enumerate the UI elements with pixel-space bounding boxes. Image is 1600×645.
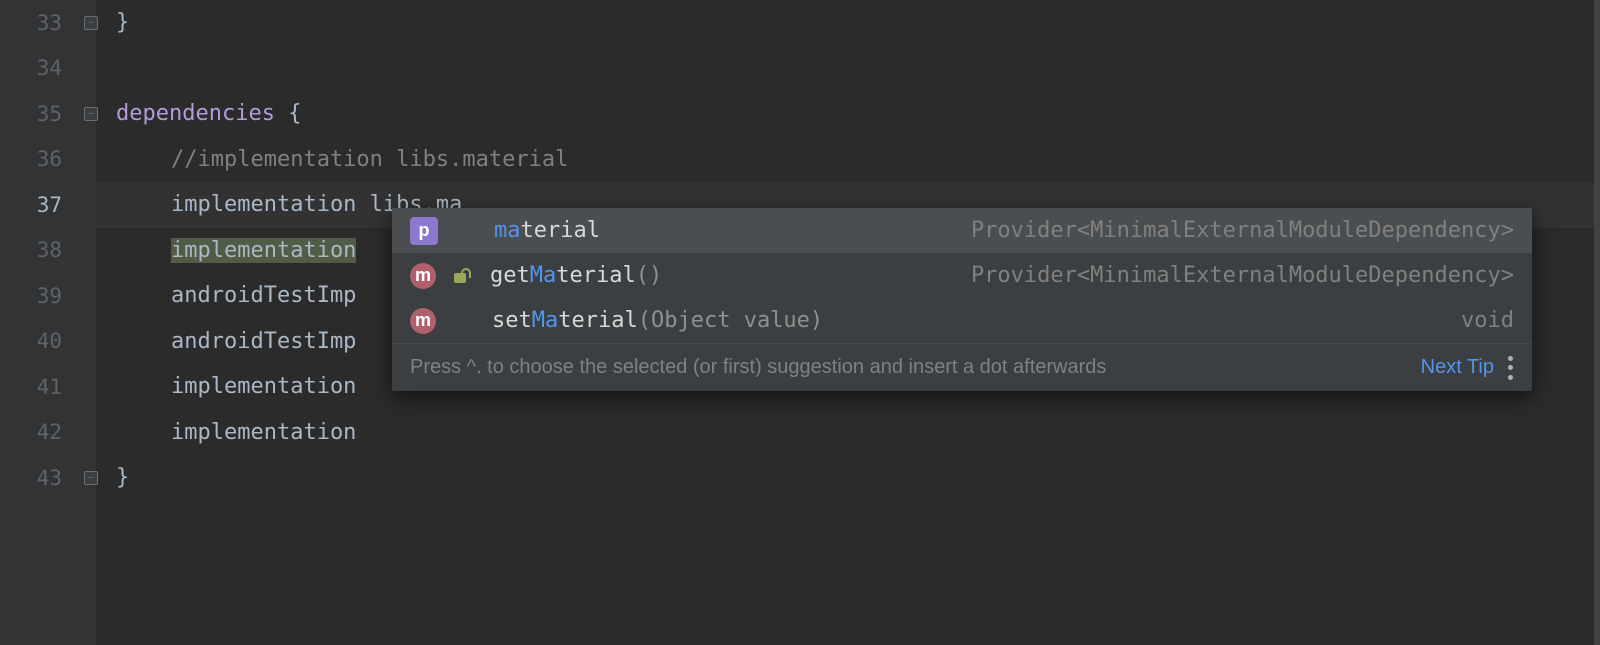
line-number-gutter: 33 34 35 36 37 38 39 40 41 42 43 xyxy=(0,0,96,645)
line-number: 36 xyxy=(0,137,96,183)
code-token: dependencies xyxy=(116,101,275,126)
fold-end-icon[interactable]: – xyxy=(84,16,98,30)
completion-match: Ma xyxy=(530,263,557,288)
completion-match: Ma xyxy=(532,308,559,333)
completion-type: Provider<MinimalExternalModuleDependency… xyxy=(971,218,1514,243)
fold-end-icon[interactable]: – xyxy=(84,471,98,485)
code-line[interactable]: – } xyxy=(96,455,1594,501)
line-number: 37 xyxy=(0,182,96,228)
line-number: 42 xyxy=(0,410,96,456)
completion-item[interactable]: m getMaterial() Provider<MinimalExternal… xyxy=(392,253,1532,298)
code-token: //implementation libs.material xyxy=(171,147,568,172)
completion-post: (Object value) xyxy=(638,308,823,333)
code-token: implementation xyxy=(171,374,356,399)
code-line[interactable]: //implementation libs.material xyxy=(96,137,1594,183)
completion-footer: Press ^. to choose the selected (or firs… xyxy=(392,343,1532,391)
code-token: implementation xyxy=(171,192,356,217)
code-completion-popup: p material Provider<MinimalExternalModul… xyxy=(392,208,1532,391)
method-icon: m xyxy=(410,263,436,289)
lock-icon xyxy=(450,265,472,287)
completion-pre: set xyxy=(492,308,532,333)
line-number: 34 xyxy=(0,46,96,92)
line-number: 38 xyxy=(0,228,96,274)
next-tip-link[interactable]: Next Tip xyxy=(1421,356,1494,379)
completion-item[interactable]: p material Provider<MinimalExternalModul… xyxy=(392,208,1532,253)
code-token: { xyxy=(275,101,302,126)
completion-post: () xyxy=(636,263,663,288)
fold-start-icon[interactable]: – xyxy=(84,107,98,121)
method-icon: m xyxy=(410,308,436,334)
completion-pre: get xyxy=(490,263,530,288)
code-token: } xyxy=(116,465,129,490)
completion-tip: Press ^. to choose the selected (or firs… xyxy=(410,356,1407,379)
completion-match: ma xyxy=(494,218,521,243)
line-number: 33 xyxy=(0,0,96,46)
line-number: 35 xyxy=(0,91,96,137)
more-options-icon[interactable] xyxy=(1508,356,1514,380)
line-number: 40 xyxy=(0,319,96,365)
code-token: androidTestImp xyxy=(171,283,356,308)
code-line[interactable] xyxy=(96,46,1594,92)
completion-item[interactable]: m setMaterial(Object value) void xyxy=(392,298,1532,343)
completion-rest: terial xyxy=(556,263,635,288)
code-editor[interactable]: – } – dependencies { //implementation li… xyxy=(96,0,1600,645)
code-line[interactable]: – dependencies { xyxy=(96,91,1594,137)
completion-type: void xyxy=(1461,308,1514,333)
completion-rest: terial xyxy=(521,218,600,243)
completion-rest: terial xyxy=(558,308,637,333)
line-number: 39 xyxy=(0,273,96,319)
code-token: implementation xyxy=(171,238,356,263)
property-icon: p xyxy=(410,217,438,245)
code-line[interactable]: implementation xyxy=(96,410,1594,456)
line-number: 41 xyxy=(0,364,96,410)
code-line[interactable]: – } xyxy=(96,0,1594,46)
completion-type: Provider<MinimalExternalModuleDependency… xyxy=(971,263,1514,288)
code-token: implementation xyxy=(171,420,356,445)
line-number: 43 xyxy=(0,455,96,501)
code-token: androidTestImp xyxy=(171,329,356,354)
code-token: } xyxy=(116,10,129,35)
